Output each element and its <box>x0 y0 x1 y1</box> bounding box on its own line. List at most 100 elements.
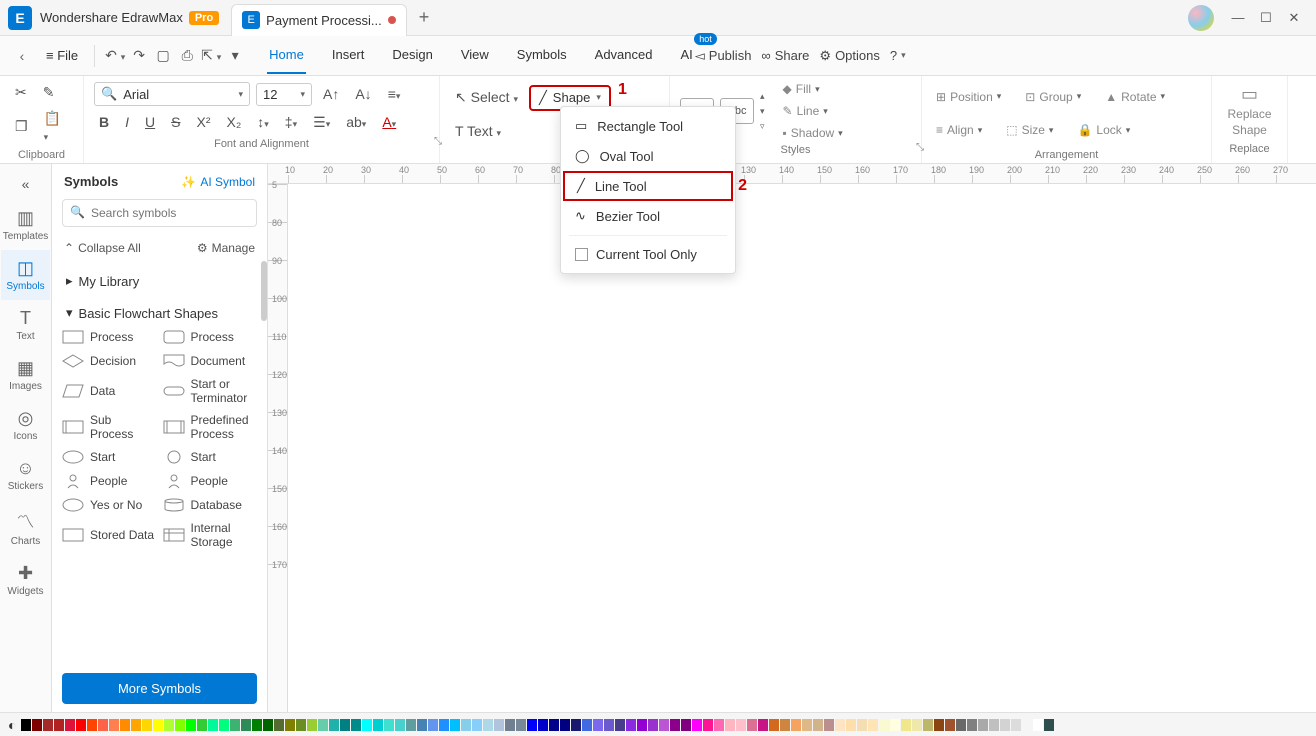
select-tool-button[interactable]: ↖ Select ▾ <box>450 86 523 109</box>
manage-button[interactable]: ⚙Manage <box>197 241 255 255</box>
format-painter-button[interactable]: ✎ <box>38 81 60 104</box>
user-avatar[interactable] <box>1188 5 1214 31</box>
font-color-button[interactable]: A▾ <box>377 111 401 133</box>
color-swatch[interactable] <box>87 719 97 731</box>
font-size-select[interactable]: 12▾ <box>256 83 312 106</box>
color-swatch[interactable] <box>670 719 680 731</box>
menu-tab-insert[interactable]: Insert <box>330 37 367 74</box>
color-swatch[interactable] <box>1022 719 1032 731</box>
color-swatch[interactable] <box>1044 719 1054 731</box>
color-swatch[interactable] <box>978 719 988 731</box>
color-swatch[interactable] <box>758 719 768 731</box>
color-swatch[interactable] <box>186 719 196 731</box>
align-button[interactable]: ≡ Align▾ <box>932 121 986 139</box>
color-swatch[interactable] <box>450 719 460 731</box>
color-swatch[interactable] <box>98 719 108 731</box>
color-swatch[interactable] <box>197 719 207 731</box>
new-tab-button[interactable]: + <box>419 7 430 28</box>
color-swatch[interactable] <box>879 719 889 731</box>
my-library-expander[interactable]: ▸ My Library <box>52 265 267 297</box>
superscript-button[interactable]: X² <box>191 111 215 133</box>
underline-button[interactable]: U <box>140 111 160 133</box>
color-swatch[interactable] <box>1000 719 1010 731</box>
shape-start[interactable]: Start <box>163 449 258 465</box>
bold-button[interactable]: B <box>94 111 114 133</box>
menu-tab-ai[interactable]: AIhot <box>678 37 694 74</box>
font-family-select[interactable]: 🔍 Arial ▾ <box>94 82 250 106</box>
color-swatch[interactable] <box>175 719 185 731</box>
color-swatch[interactable] <box>142 719 152 731</box>
symbol-search-input[interactable] <box>62 199 257 227</box>
color-swatch[interactable] <box>769 719 779 731</box>
color-swatch[interactable] <box>483 719 493 731</box>
color-swatch[interactable] <box>868 719 878 731</box>
color-swatch[interactable] <box>252 719 262 731</box>
position-button[interactable]: ⊞ Position▾ <box>932 88 1005 106</box>
cut-button[interactable]: ✂ <box>10 81 32 104</box>
italic-button[interactable]: I <box>120 111 134 133</box>
shape-decision[interactable]: Decision <box>62 353 157 369</box>
color-swatch[interactable] <box>736 719 746 731</box>
color-swatch[interactable] <box>395 719 405 731</box>
color-swatch[interactable] <box>725 719 735 731</box>
color-swatch[interactable] <box>153 719 163 731</box>
shape-tool-line-tool[interactable]: ╱Line Tool2 <box>563 171 733 201</box>
color-swatch[interactable] <box>890 719 900 731</box>
color-swatch[interactable] <box>54 719 64 731</box>
color-swatch[interactable] <box>560 719 570 731</box>
color-swatch[interactable] <box>384 719 394 731</box>
color-swatch[interactable] <box>945 719 955 731</box>
color-swatch[interactable] <box>43 719 53 731</box>
shape-process[interactable]: Process <box>163 329 258 345</box>
increase-font-button[interactable]: A↑ <box>318 83 344 105</box>
color-swatch[interactable] <box>494 719 504 731</box>
fill-button[interactable]: ◆ Fill ▾ <box>779 80 847 98</box>
color-swatch[interactable] <box>131 719 141 731</box>
color-swatch[interactable] <box>692 719 702 731</box>
copy-button[interactable]: ❐ <box>10 115 33 138</box>
color-swatch[interactable] <box>802 719 812 731</box>
rail-item-text[interactable]: TText <box>1 300 51 350</box>
color-swatch[interactable] <box>230 719 240 731</box>
color-swatch[interactable] <box>516 719 526 731</box>
color-swatch[interactable] <box>307 719 317 731</box>
color-swatch[interactable] <box>285 719 295 731</box>
line-button[interactable]: ✎ Line ▾ <box>779 102 847 120</box>
color-swatch[interactable] <box>714 719 724 731</box>
menu-tab-advanced[interactable]: Advanced <box>593 37 655 74</box>
shape-predefined-process[interactable]: Predefined Process <box>163 413 258 441</box>
help-button[interactable]: ?▾ <box>890 48 906 63</box>
color-swatch[interactable] <box>549 719 559 731</box>
shape-people[interactable]: People <box>163 473 258 489</box>
styles-down-button[interactable]: ▾ <box>760 106 765 117</box>
maximize-button[interactable]: ☐ <box>1252 10 1280 26</box>
color-swatch[interactable] <box>703 719 713 731</box>
color-swatch[interactable] <box>901 719 911 731</box>
shape-process[interactable]: Process <box>62 329 157 345</box>
color-swatch[interactable] <box>274 719 284 731</box>
shape-people[interactable]: People <box>62 473 157 489</box>
ai-symbol-button[interactable]: ✨AI Symbol <box>181 175 255 189</box>
color-swatch[interactable] <box>65 719 75 731</box>
align-text-button[interactable]: ≡▾ <box>383 83 406 105</box>
color-swatch[interactable] <box>109 719 119 731</box>
color-swatch[interactable] <box>505 719 515 731</box>
line-spacing-button[interactable]: ‡▾ <box>280 111 302 133</box>
undo-button[interactable]: ↶ ▾ <box>103 47 127 64</box>
customize-qat-button[interactable]: ▾ <box>223 47 247 64</box>
options-button[interactable]: ⚙Options <box>819 48 879 64</box>
text-direction-button[interactable]: ↕▾ <box>252 111 274 133</box>
color-swatch[interactable] <box>681 719 691 731</box>
shape-yes-or-no[interactable]: Yes or No <box>62 497 157 513</box>
color-swatch[interactable] <box>571 719 581 731</box>
paste-button[interactable]: 📋 ▾ <box>39 107 73 146</box>
shape-internal-storage[interactable]: Internal Storage <box>163 521 258 549</box>
color-swatch[interactable] <box>296 719 306 731</box>
color-swatch[interactable] <box>813 719 823 731</box>
rail-item-charts[interactable]: 〽Charts <box>1 500 51 555</box>
color-swatch[interactable] <box>967 719 977 731</box>
decrease-font-button[interactable]: A↓ <box>350 83 376 105</box>
color-swatch[interactable] <box>1033 719 1043 731</box>
shape-start[interactable]: Start <box>62 449 157 465</box>
rail-item-stickers[interactable]: ☺Stickers <box>1 450 51 500</box>
